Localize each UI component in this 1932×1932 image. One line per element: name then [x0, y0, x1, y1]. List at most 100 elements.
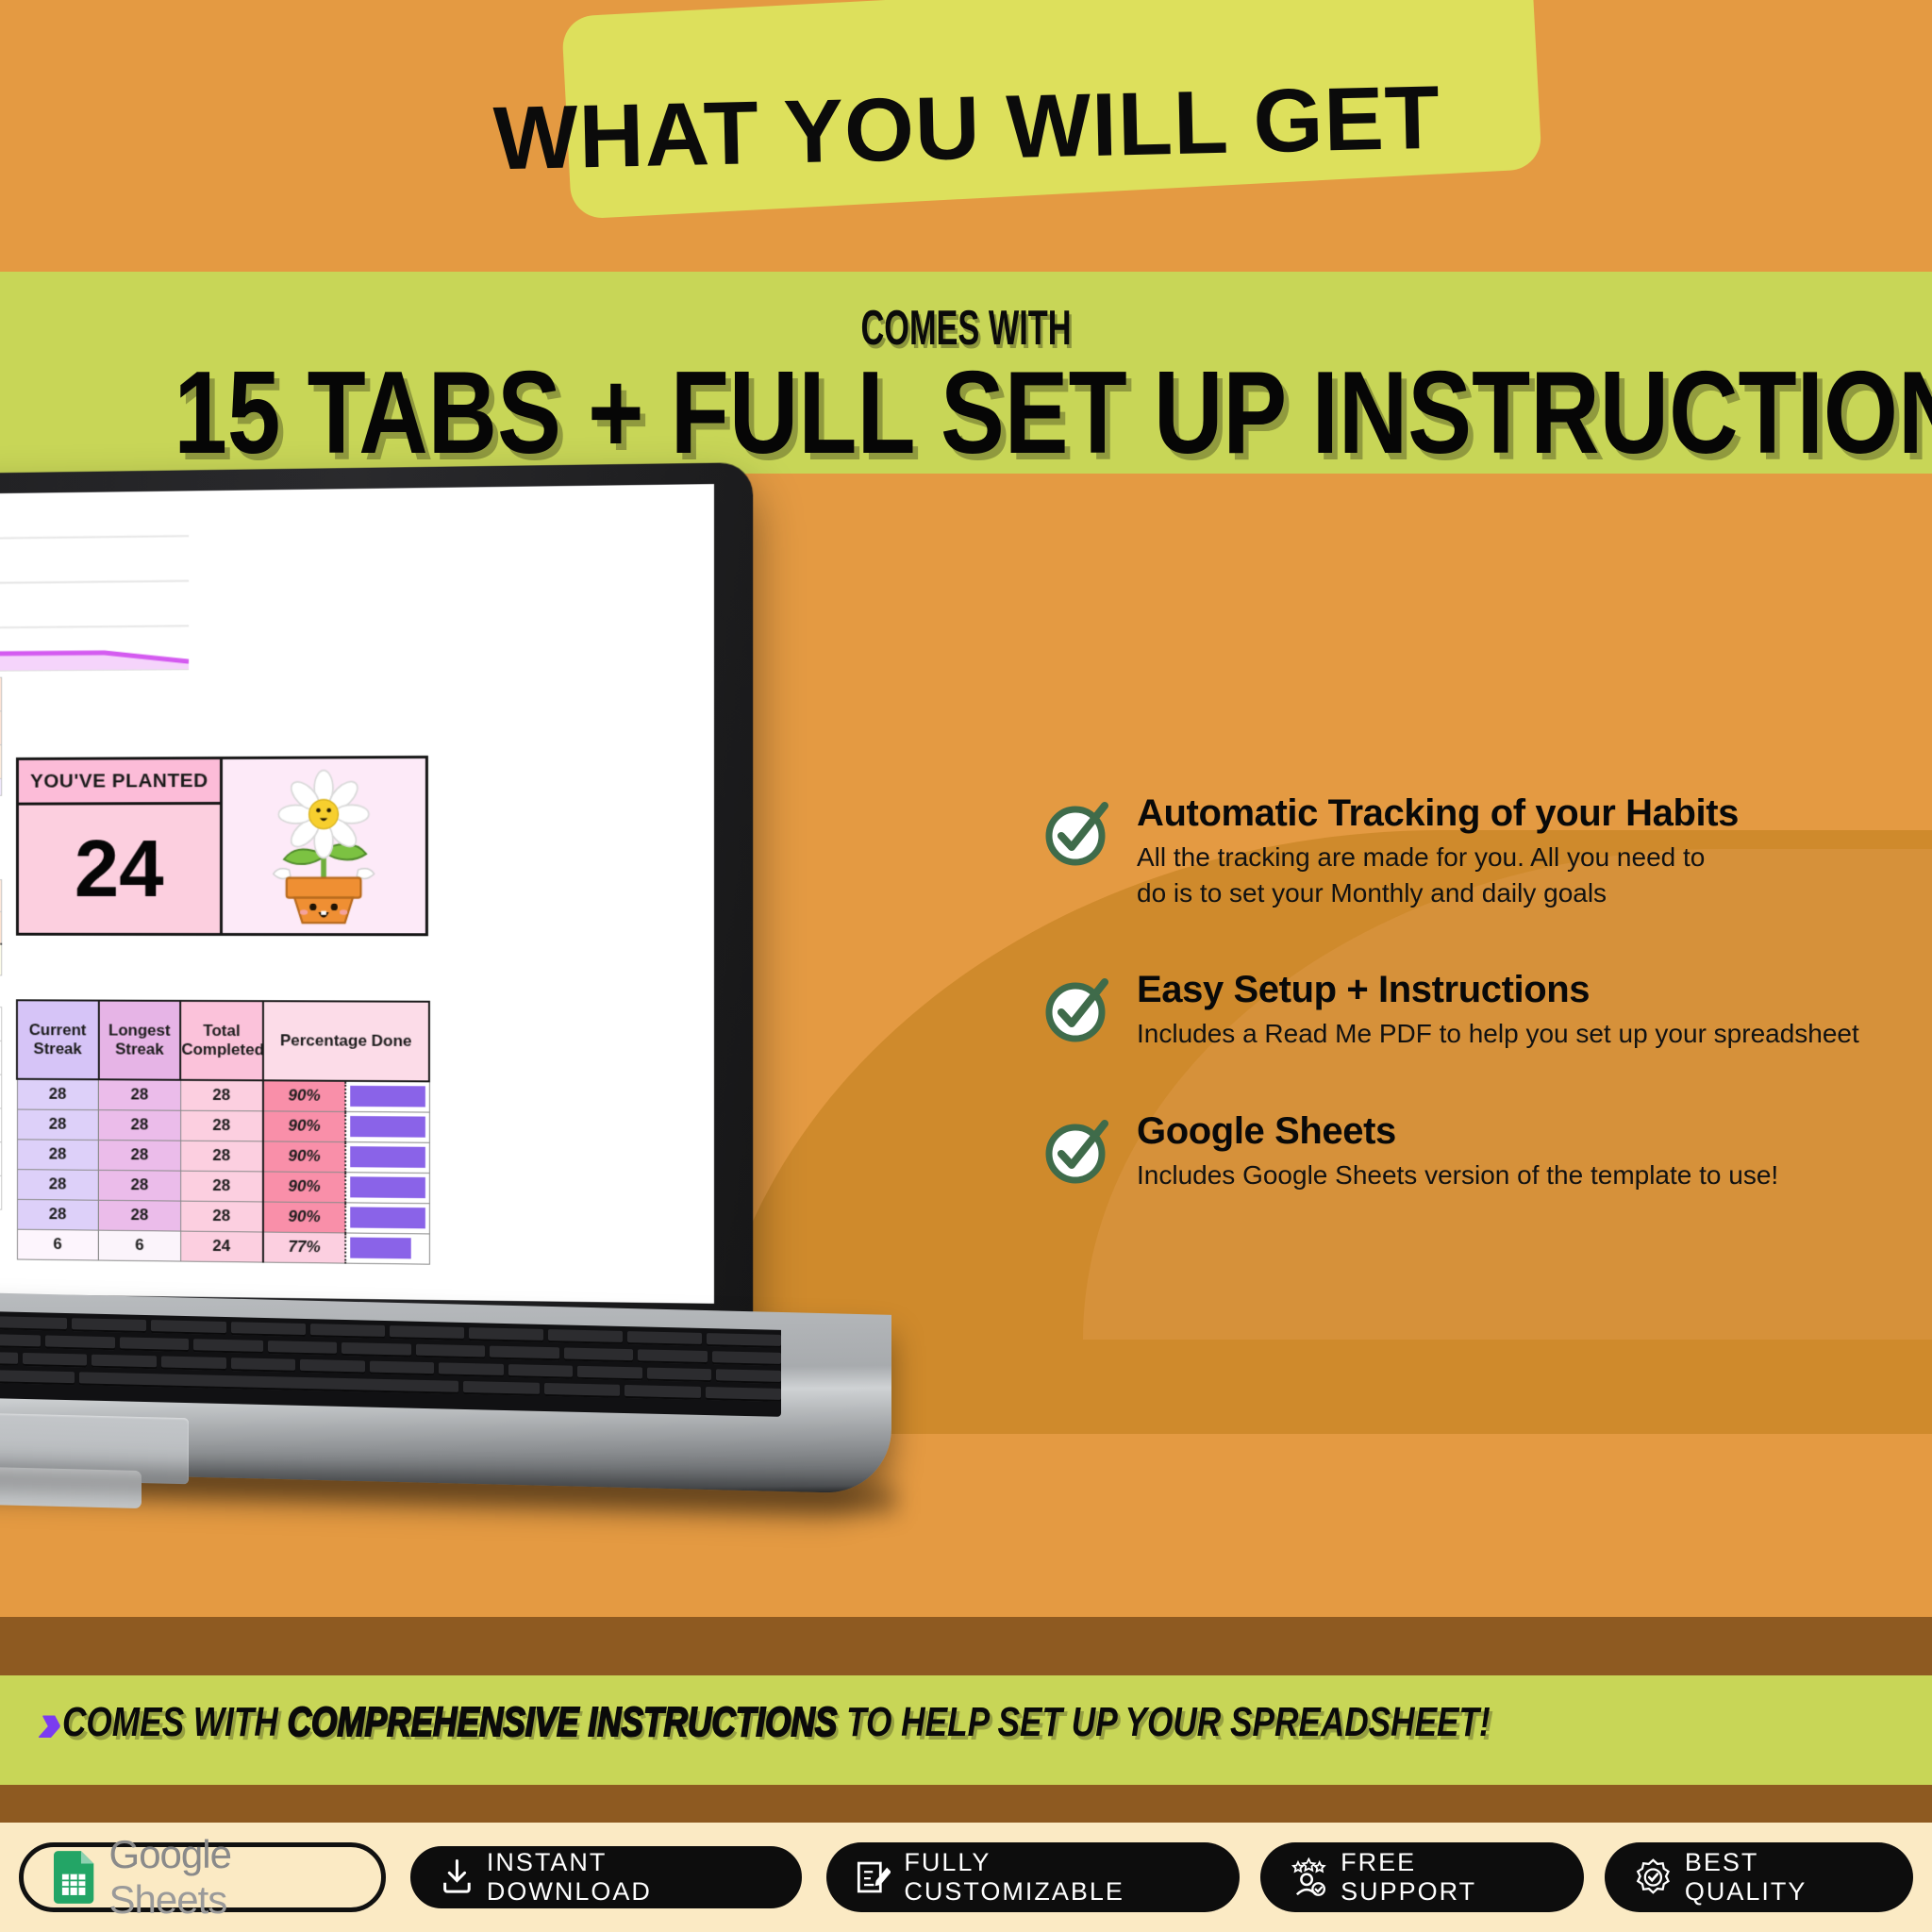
feature-item-3: Google Sheets Includes Google Sheets vers…: [1033, 1110, 1901, 1193]
streak-cell: 28: [180, 1170, 263, 1202]
feature-body: Includes Google Sheets version of the te…: [1137, 1158, 1901, 1193]
laptop-mockup: 8788700001001888100%88%100%100%88%0%0%0%…: [0, 462, 906, 1514]
double-chevron-right-icon: ››: [38, 1690, 62, 1754]
brand-word-sheets: Sheets: [108, 1877, 228, 1922]
feature-item-2: Easy Setup + Instructions Includes a Read…: [1033, 969, 1901, 1052]
habit-checkbox-cell[interactable]: [0, 1041, 2, 1075]
keyboard-key: [92, 1354, 157, 1370]
keyboard-key: [45, 1335, 115, 1351]
keyboard-key: [547, 1329, 623, 1344]
keyboard-key: [341, 1341, 411, 1357]
streak-header-row: Current Streak Longest Streak Total Completed…: [16, 1000, 429, 1082]
streak-cell: 28: [98, 1199, 181, 1231]
keyboard-key: [0, 1351, 18, 1366]
potted-daisy-svg: [258, 766, 391, 925]
streak-column-header: Longest Streak: [98, 1000, 181, 1080]
streak-cell: 28: [16, 1198, 99, 1230]
badge-label: BEST QUALITY: [1684, 1848, 1807, 1906]
laptop-screen: 8788700001001888100%88%100%100%88%0%0%0%…: [0, 484, 714, 1304]
streak-summary-table: Current Streak Longest Streak Total Completed…: [16, 999, 430, 1264]
habit-checkbox-cell[interactable]: [0, 1141, 2, 1176]
keyboard-key: [563, 1347, 634, 1363]
habit-row: [0, 1006, 2, 1041]
badge-best-quality[interactable]: BEST QUALITY: [1605, 1842, 1913, 1912]
banner-brown-bottom: [0, 1785, 1932, 1823]
week-days-row: TWTFSSMT: [0, 911, 2, 944]
badge-label: FREE SUPPORT: [1341, 1848, 1477, 1906]
bottom-banner-pre: COMES WITH: [61, 1699, 288, 1745]
keyboard-key: [463, 1380, 540, 1396]
progress-bar-cell: [0, 778, 2, 796]
keyboard-key: [705, 1386, 781, 1402]
percentage-bar-fill: [350, 1086, 425, 1108]
check-circle-icon: [1042, 974, 1112, 1044]
streak-cell: 28: [98, 1079, 181, 1110]
keyboard-key: [646, 1367, 712, 1383]
habit-area-chart: [0, 491, 190, 675]
keyboard-key: [22, 1352, 88, 1368]
youve-planted-label: YOU'VE PLANTED: [18, 758, 220, 806]
streak-cell: 6: [98, 1229, 181, 1261]
habit-checkbox-cell[interactable]: [0, 1108, 2, 1142]
date-cell: 31: [0, 943, 2, 975]
keyboard-key: [78, 1372, 458, 1394]
keyboard-key: [369, 1360, 435, 1376]
streak-table-head: Current Streak Longest Streak Total Completed…: [16, 1000, 429, 1082]
streak-cell: 90%: [262, 1141, 346, 1173]
feature-item-1: Automatic Tracking of your Habits All the…: [1033, 792, 1901, 910]
count-cell: 0%: [0, 744, 2, 779]
keyboard-key: [267, 1341, 338, 1356]
google-sheets-brand-pill[interactable]: Google Sheets: [19, 1832, 386, 1922]
streak-cell: 28: [180, 1079, 263, 1111]
streak-cell: 28: [98, 1140, 181, 1171]
bottom-banner-text: COMES WITH COMPREHENSIVE INSTRUCTIONS TO…: [61, 1698, 1491, 1746]
potted-daisy-icon: [222, 758, 425, 934]
week-title-row: WEEK 4:-): [0, 879, 2, 912]
streak-cell: 28: [98, 1169, 181, 1201]
habit-row: [0, 1039, 2, 1075]
bottom-banner-content: ›› COMES WITH COMPREHENSIVE INSTRUCTIONS…: [38, 1694, 1896, 1751]
keyboard-key: [230, 1322, 306, 1337]
week-calendar-table: WEEK 4:-)TWTFSSMT2425262728293031: [0, 879, 2, 975]
week-dates-row: 2425262728293031: [0, 942, 2, 975]
habit-row: [0, 1072, 2, 1108]
bottom-banner-emphasis: COMPREHENSIVE INSTRUCTIONS: [287, 1698, 838, 1746]
keyboard-key: [160, 1356, 226, 1372]
streak-cell: 28: [98, 1109, 181, 1141]
habit-checkbox-cell[interactable]: [0, 1174, 2, 1210]
keyboard-key: [389, 1325, 464, 1341]
download-icon: [443, 1859, 471, 1893]
feature-title: Easy Setup + Instructions: [1137, 969, 1591, 1011]
quality-seal-icon: [1636, 1858, 1671, 1894]
day-label: T: [0, 911, 2, 944]
streak-cell: 28: [16, 1108, 99, 1141]
poster-canvas: WHAT YOU WILL GET COMES WITH 15 TABS + F…: [0, 0, 1932, 1932]
feature-body-line: Includes Google Sheets version of the te…: [1137, 1159, 1779, 1190]
badge-fully-customizable[interactable]: FULLY CUSTOMIZABLE: [825, 1842, 1241, 1912]
keyboard-key: [151, 1320, 226, 1336]
feature-body-line: All the tracking are made for you. All y…: [1137, 842, 1706, 872]
table-row: 28 28 28 90%: [16, 1078, 429, 1112]
streak-cell: 28: [16, 1169, 99, 1200]
habit-row: [0, 1105, 2, 1142]
keyboard-key: [415, 1343, 486, 1359]
keyboard-key: [638, 1349, 708, 1365]
percentage-bar-cell: [345, 1141, 429, 1173]
habit-checkbox-body: [0, 1006, 2, 1210]
keyboard-key: [72, 1318, 147, 1334]
badge-instant-download[interactable]: INSTANT DOWNLOAD: [407, 1842, 806, 1912]
feature-body: Includes a Read Me PDF to help you set u…: [1137, 1016, 1901, 1052]
percentage-bar-fill: [350, 1237, 412, 1259]
feature-title: Google Sheets: [1137, 1109, 1396, 1152]
keyboard-key: [119, 1337, 190, 1353]
habit-checkbox-cell[interactable]: [0, 1074, 2, 1108]
google-sheets-icon: [54, 1851, 94, 1904]
badge-free-support[interactable]: FREE SUPPORT: [1260, 1842, 1585, 1912]
headline-main: 15 TABS + FULL SET UP INSTRUCTIONS: [174, 348, 1932, 478]
habit-checkbox-cell[interactable]: [0, 1007, 2, 1041]
week-smiley: :-): [0, 879, 2, 912]
keyboard-key: [193, 1339, 263, 1354]
youve-planted-card: YOU'VE PLANTED 24: [15, 755, 428, 937]
keyboard-key: [577, 1365, 642, 1381]
keyboard-key: [508, 1364, 574, 1379]
